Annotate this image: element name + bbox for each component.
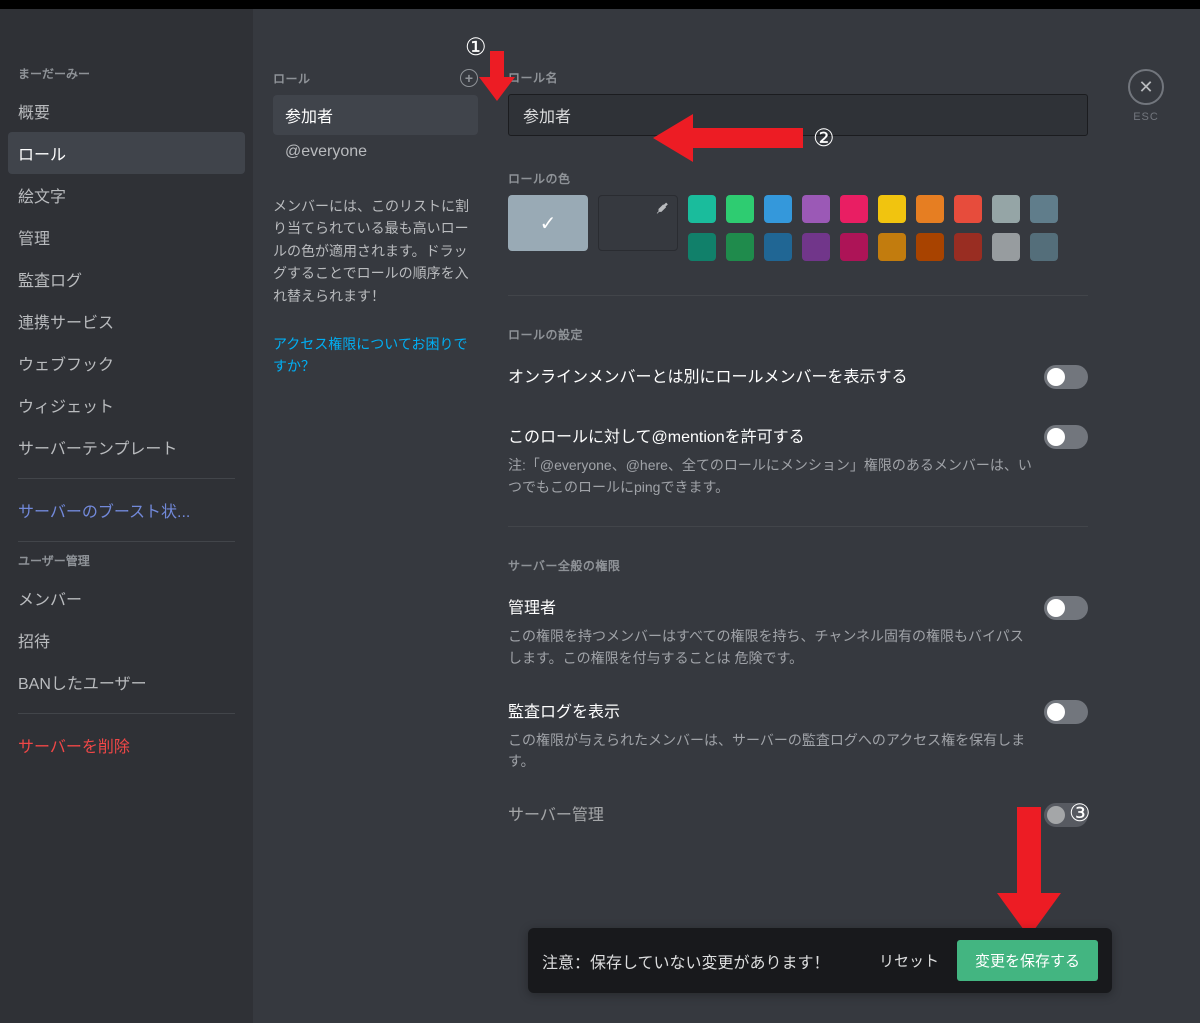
perm-display-separately-title: オンラインメンバーとは別にロールメンバーを表示する <box>508 363 1032 387</box>
color-swatch[interactable] <box>840 233 868 261</box>
nav-widget[interactable]: ウィジェット <box>8 384 245 426</box>
color-swatch[interactable] <box>688 233 716 261</box>
role-item-participant[interactable]: 参加者 <box>273 95 478 135</box>
color-swatch[interactable] <box>726 195 754 223</box>
nav-server-template[interactable]: サーバーテンプレート <box>8 426 245 468</box>
nav-delete-server[interactable]: サーバーを削除 <box>8 724 245 766</box>
color-swatch[interactable] <box>764 195 792 223</box>
unsaved-changes-bar: 注意：保存していない変更があります！ リセット 変更を保存する <box>528 928 1112 993</box>
perm-display-separately-toggle[interactable] <box>1044 365 1088 389</box>
role-detail: ロール名 ロールの色 ✓ ロールの設定 オンラインメンバーとは別にロ <box>488 9 1128 1023</box>
perm-manage-server-title: サーバー管理 <box>508 801 1032 825</box>
user-mgmt-header: ユーザー管理 <box>8 552 245 577</box>
nav-invites[interactable]: 招待 <box>8 619 245 661</box>
nav-integrations[interactable]: 連携サービス <box>8 300 245 342</box>
nav-boost[interactable]: サーバーのブースト状... <box>8 489 245 531</box>
perm-allow-mention-title: このロールに対して@mentionを許可する <box>508 423 1032 447</box>
color-swatch[interactable] <box>802 195 830 223</box>
color-swatch[interactable] <box>878 195 906 223</box>
add-role-button[interactable]: + <box>460 69 478 87</box>
reset-button[interactable]: リセット <box>879 950 939 971</box>
save-button[interactable]: 変更を保存する <box>957 940 1098 981</box>
color-swatch[interactable] <box>916 233 944 261</box>
nav-webhooks[interactable]: ウェブフック <box>8 342 245 384</box>
eyedropper-icon <box>655 202 669 216</box>
perm-allow-mention-toggle[interactable] <box>1044 425 1088 449</box>
unsaved-changes-text: 注意：保存していない変更があります！ <box>542 949 861 973</box>
close-button[interactable]: ✕ ESC <box>1128 69 1164 123</box>
server-perms-header: サーバー全般の権限 <box>508 557 1088 574</box>
server-name: まーだーみー <box>8 65 245 90</box>
color-swatch[interactable] <box>878 233 906 261</box>
role-name-label: ロール名 <box>508 69 1088 86</box>
role-color-label: ロールの色 <box>508 170 1088 187</box>
permissions-help-link[interactable]: アクセス権限についてお困りですか？ <box>273 333 478 378</box>
nav-overview[interactable]: 概要 <box>8 90 245 132</box>
perm-manage-server-toggle[interactable] <box>1044 803 1088 827</box>
color-default-swatch[interactable]: ✓ <box>508 195 588 251</box>
check-icon: ✓ <box>540 211 557 236</box>
color-swatch[interactable] <box>726 233 754 261</box>
role-settings-header: ロールの設定 <box>508 326 1088 343</box>
role-item-everyone[interactable]: @everyone <box>273 135 478 169</box>
color-grid <box>688 195 1058 261</box>
perm-admin-title: 管理者 <box>508 594 1032 618</box>
role-list-column: ロール + 参加者 @everyone メンバーには、このリストに割り当てられて… <box>253 9 488 1023</box>
nav-emoji[interactable]: 絵文字 <box>8 174 245 216</box>
close-label: ESC <box>1128 111 1164 123</box>
perm-view-audit-desc: この権限が与えられたメンバーは、サーバーの監査ログへのアクセス権を保有します。 <box>508 730 1032 773</box>
perm-admin-toggle[interactable] <box>1044 596 1088 620</box>
color-swatch[interactable] <box>840 195 868 223</box>
color-custom-swatch[interactable] <box>598 195 678 251</box>
color-swatch[interactable] <box>916 195 944 223</box>
nav-audit-log[interactable]: 監査ログ <box>8 258 245 300</box>
color-swatch[interactable] <box>688 195 716 223</box>
color-swatch[interactable] <box>802 233 830 261</box>
nav-moderation[interactable]: 管理 <box>8 216 245 258</box>
nav-members[interactable]: メンバー <box>8 577 245 619</box>
color-swatch[interactable] <box>1030 195 1058 223</box>
color-swatch[interactable] <box>992 195 1020 223</box>
color-swatch[interactable] <box>1030 233 1058 261</box>
sidebar: まーだーみー 概要 ロール 絵文字 管理 監査ログ 連携サービス ウェブフック … <box>0 9 253 1023</box>
nav-bans[interactable]: BANしたユーザー <box>8 661 245 703</box>
color-swatch[interactable] <box>764 233 792 261</box>
perm-view-audit-title: 監査ログを表示 <box>508 698 1032 722</box>
perm-view-audit-toggle[interactable] <box>1044 700 1088 724</box>
role-list-help: メンバーには、このリストに割り当てられている最も高いロールの色が適用されます。ド… <box>273 195 478 307</box>
close-icon: ✕ <box>1128 69 1164 105</box>
color-swatch[interactable] <box>954 195 982 223</box>
perm-admin-desc: この権限を持つメンバーはすべての権限を持ち、チャンネル固有の権限もバイパスします… <box>508 626 1032 669</box>
color-swatch[interactable] <box>954 233 982 261</box>
role-name-input[interactable] <box>508 94 1088 136</box>
perm-allow-mention-desc: 注:「@everyone、@here、全てのロールにメンション」権限のあるメンバ… <box>508 455 1032 498</box>
nav-roles[interactable]: ロール <box>8 132 245 174</box>
color-swatch[interactable] <box>992 233 1020 261</box>
role-list-header: ロール <box>273 70 460 87</box>
